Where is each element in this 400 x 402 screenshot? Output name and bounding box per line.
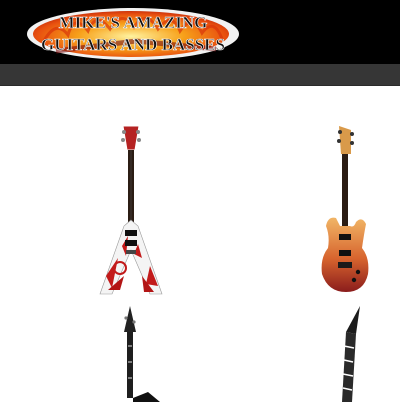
logo-line2: GUITARS AND BASSES xyxy=(41,35,225,54)
nav-divider xyxy=(0,85,400,86)
product-guitar-flying-v[interactable] xyxy=(98,125,164,298)
logo-line1: MIKE'S AMAZING xyxy=(59,13,208,32)
site-header: MIKE'S AMAZING GUITARS AND BASSES xyxy=(0,0,400,64)
superstrat-guitar-icon xyxy=(321,126,369,292)
pointy-guitar-icon xyxy=(124,306,160,402)
product-guitar-white-pointy[interactable] xyxy=(336,306,366,402)
nav-bar xyxy=(0,64,400,85)
flying-v-guitar-icon xyxy=(99,125,163,295)
logo-image: MIKE'S AMAZING GUITARS AND BASSES xyxy=(27,8,239,60)
pointy-guitar-icon xyxy=(342,306,360,402)
product-guitar-superstrat[interactable] xyxy=(318,126,372,298)
product-guitar-black-pointy[interactable] xyxy=(114,306,164,402)
site-logo[interactable]: MIKE'S AMAZING GUITARS AND BASSES xyxy=(26,5,240,61)
